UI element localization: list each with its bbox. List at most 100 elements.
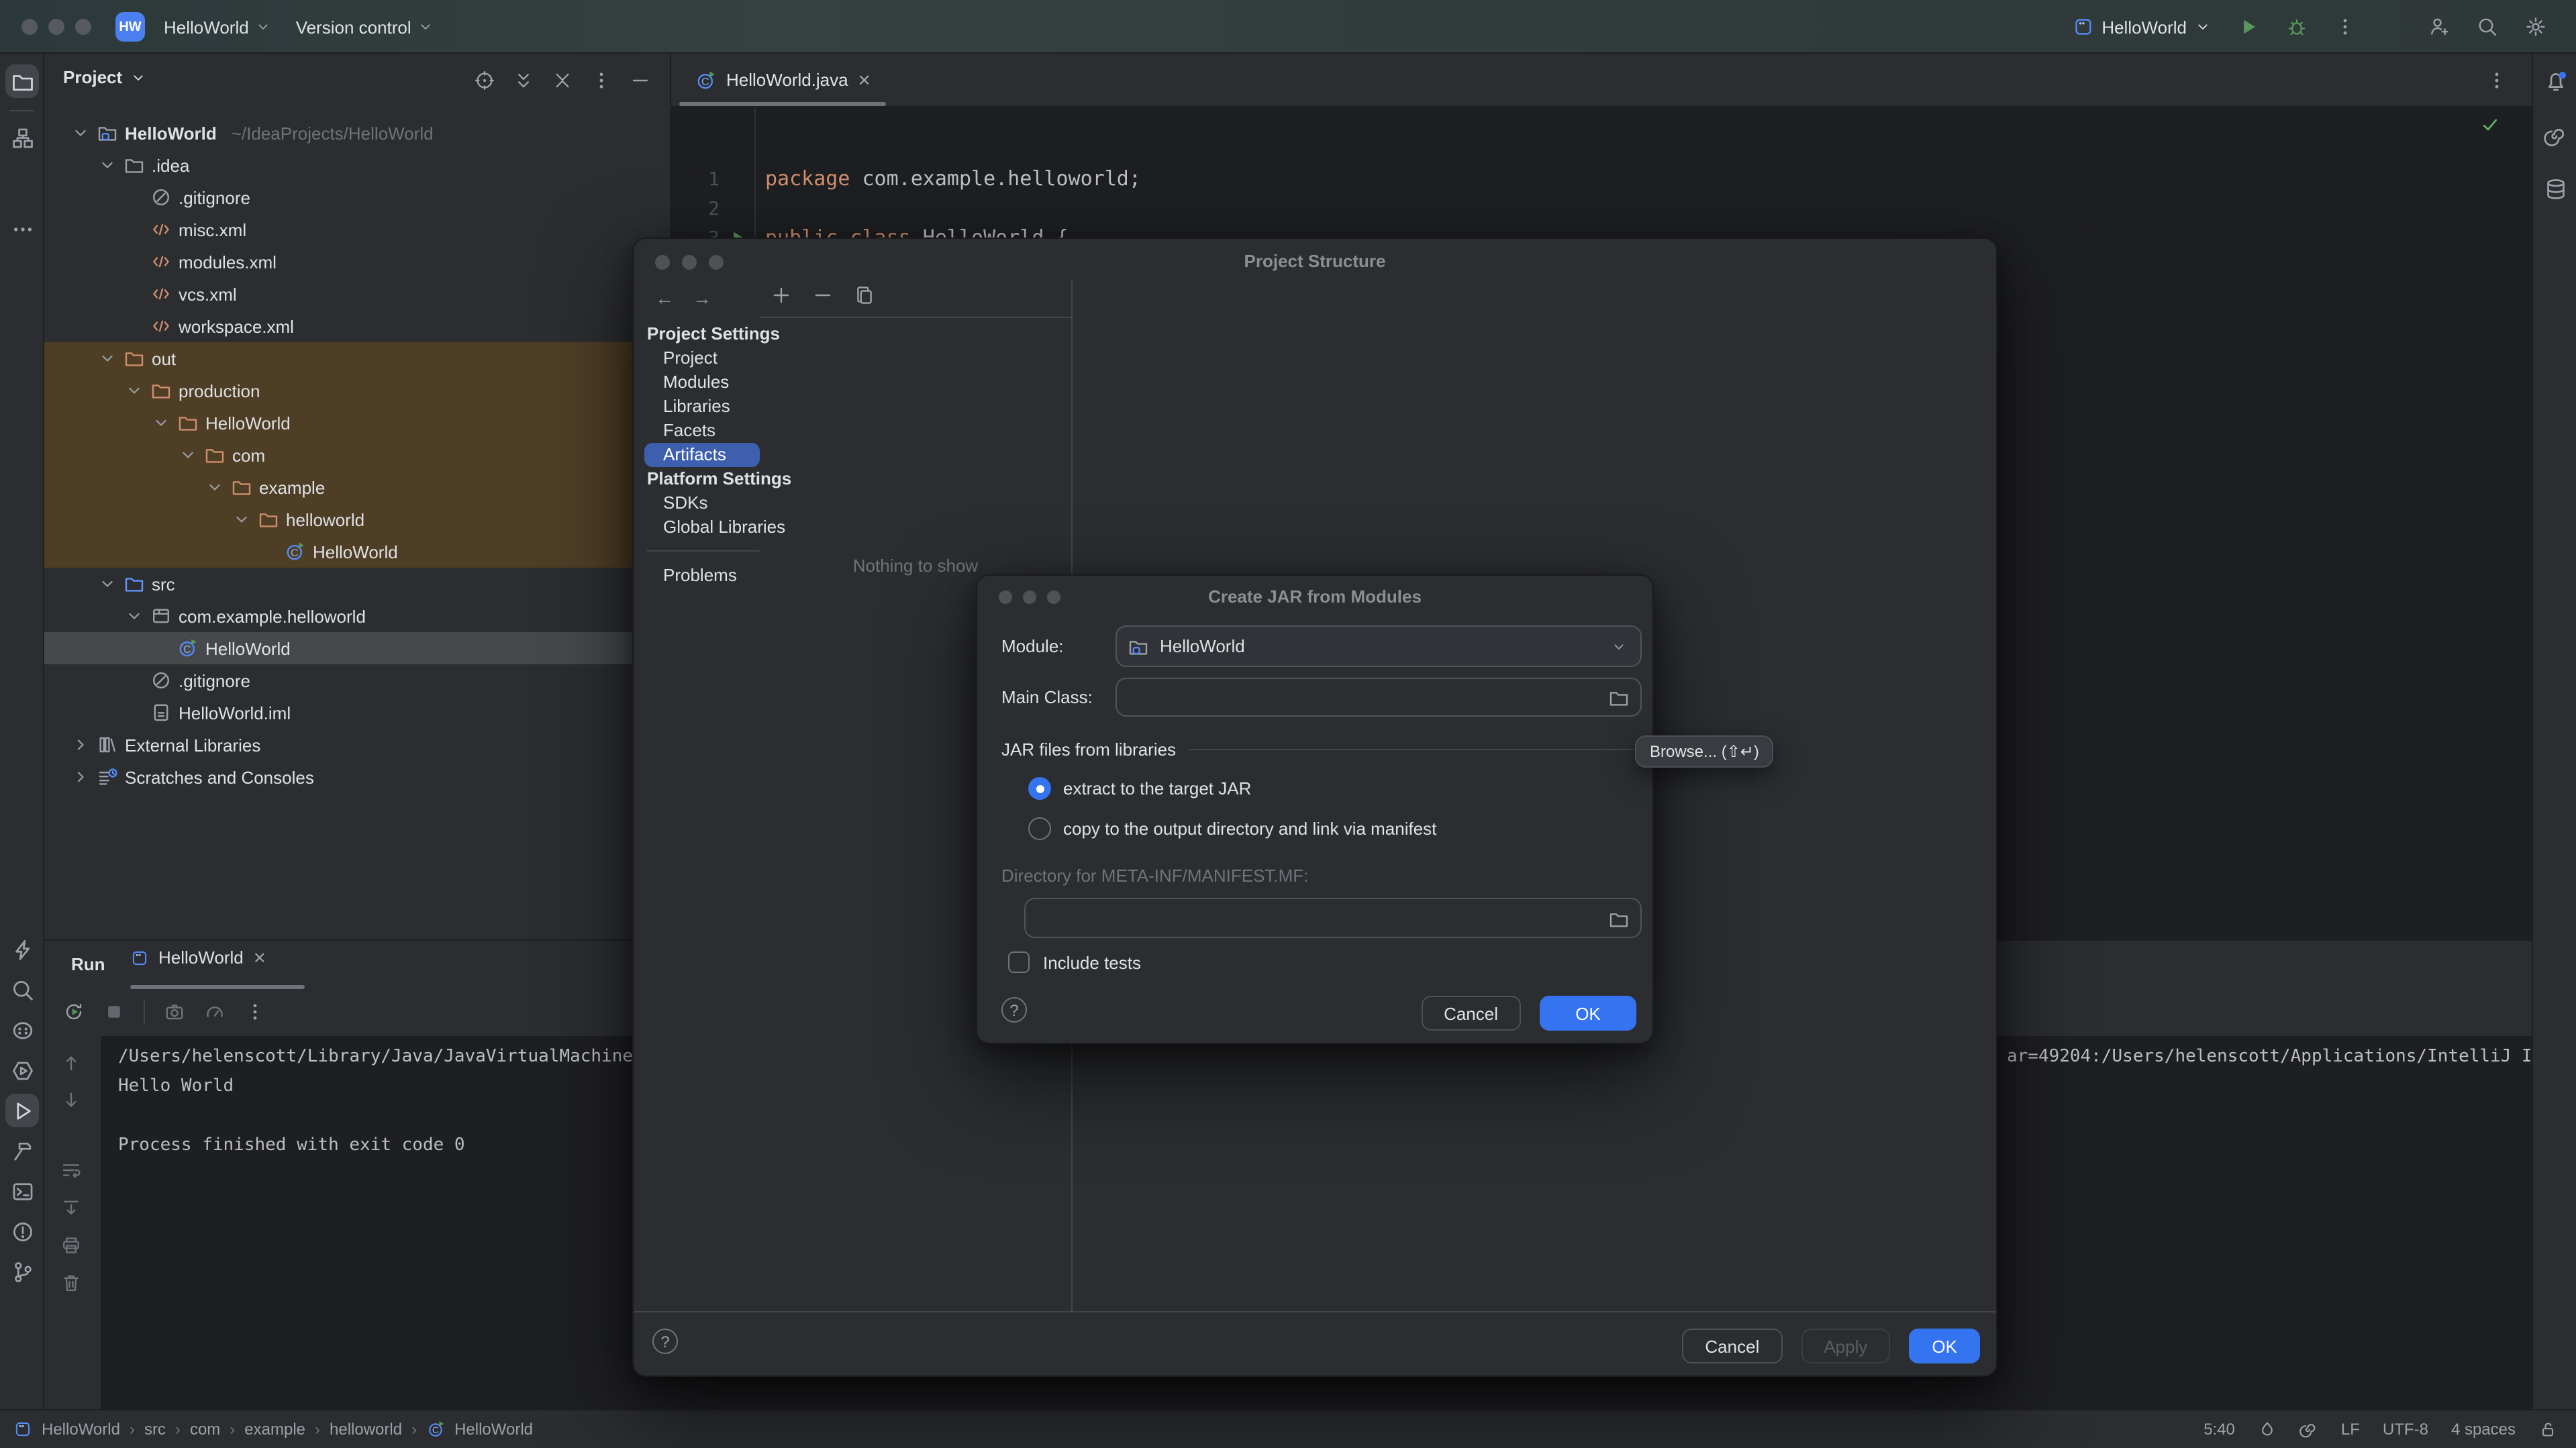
close-run-tab-icon[interactable]: ✕	[253, 948, 266, 967]
tree-item-external-libraries[interactable]: External Libraries	[44, 729, 671, 761]
settings-item-global-libraries[interactable]: Global Libraries	[644, 515, 846, 539]
debug-button[interactable]	[2286, 16, 2308, 38]
chevron-down-icon[interactable]	[125, 381, 144, 400]
code-with-me-icon[interactable]	[2428, 16, 2450, 38]
more-options-icon[interactable]	[244, 1001, 266, 1023]
editor-options-icon[interactable]	[2486, 70, 2508, 91]
search-everywhere-icon[interactable]	[2477, 16, 2498, 38]
include-tests-checkbox[interactable]	[1008, 951, 1030, 973]
close-tab-icon[interactable]: ✕	[858, 70, 871, 89]
ai-assistant-icon[interactable]	[2538, 118, 2572, 152]
rerun-icon[interactable]	[63, 1001, 85, 1023]
back-icon[interactable]: ←	[655, 287, 674, 309]
extract-radio[interactable]: extract to the target JAR	[1028, 777, 1251, 800]
problems-tool-button[interactable]	[5, 1214, 39, 1248]
settings-item-libraries[interactable]: Libraries	[644, 395, 846, 419]
module-combobox[interactable]: HelloWorld	[1116, 625, 1642, 667]
tree-item--gitignore[interactable]: .gitignore	[44, 664, 671, 696]
tree-item-vcs-xml[interactable]: vcs.xml	[44, 278, 671, 310]
run-tool-button[interactable]	[5, 1094, 39, 1127]
settings-item-modules[interactable]: Modules	[644, 370, 846, 395]
stop-icon[interactable]	[103, 1001, 125, 1023]
chevron-down-icon[interactable]	[71, 123, 90, 142]
zoom-window-button[interactable]	[75, 19, 91, 35]
print-icon[interactable]	[60, 1235, 82, 1256]
ide-run-tool-button[interactable]	[5, 1053, 39, 1087]
apply-button[interactable]: Apply	[1801, 1329, 1891, 1363]
down-stacktrace-icon[interactable]	[60, 1090, 82, 1111]
target-icon[interactable]	[474, 70, 495, 91]
tree-item-com[interactable]: com	[44, 439, 671, 471]
ai-status-icon[interactable]	[2299, 1420, 2318, 1439]
settings-item-sdks[interactable]: SDKs	[644, 491, 846, 515]
services-tool-button[interactable]	[5, 1013, 39, 1047]
minimize-icon[interactable]	[630, 70, 651, 91]
tree-item-example[interactable]: example	[44, 471, 671, 503]
copy-radio[interactable]: copy to the output directory and link vi…	[1028, 817, 1436, 840]
line-separator[interactable]: LF	[2341, 1420, 2360, 1439]
breadcrumb-item[interactable]: example	[244, 1420, 305, 1439]
scroll-to-end-icon[interactable]	[60, 1197, 82, 1219]
collapse-all-icon[interactable]	[552, 70, 573, 91]
git-branch-tool-button[interactable]	[5, 1255, 39, 1288]
ok-button[interactable]: OK	[1540, 996, 1636, 1031]
zap-tool-button[interactable]	[5, 933, 39, 966]
settings-gear-icon[interactable]	[2525, 16, 2546, 38]
tree-item-com-example-helloworld[interactable]: com.example.helloworld	[44, 600, 671, 632]
browse-folder-icon[interactable]	[1604, 904, 1634, 934]
copy-artifact-icon[interactable]	[854, 285, 875, 306]
more-actions-icon[interactable]	[2334, 16, 2356, 38]
tree-item-helloworld[interactable]: HelloWorld ~/IdeaProjects/HelloWorld	[44, 117, 671, 149]
project-panel-header[interactable]: Project	[63, 67, 146, 87]
breadcrumb-item[interactable]: HelloWorld	[42, 1420, 120, 1439]
run-configuration-widget[interactable]: HelloWorld	[2072, 16, 2211, 38]
breadcrumb-item[interactable]: com	[190, 1420, 220, 1439]
remove-artifact-icon[interactable]	[812, 285, 834, 306]
tree-item-helloworld[interactable]: helloworld	[44, 503, 671, 535]
lock-open-icon[interactable]	[2538, 1420, 2557, 1439]
manifest-dir-input[interactable]	[1024, 898, 1642, 938]
chevron-down-icon[interactable]	[232, 510, 251, 529]
breadcrumb-item[interactable]: helloworld	[330, 1420, 402, 1439]
soft-wrap-icon[interactable]	[60, 1159, 82, 1181]
tree-item-workspace-xml[interactable]: workspace.xml	[44, 310, 671, 342]
chevron-down-icon[interactable]	[98, 156, 117, 174]
radio-selected-icon[interactable]	[1028, 777, 1051, 800]
chevron-right-icon[interactable]	[71, 768, 90, 786]
browse-folder-icon[interactable]	[1604, 683, 1634, 713]
run-panel-title[interactable]: Run	[71, 954, 105, 974]
structure-tool-button[interactable]	[5, 121, 39, 154]
close-window-button[interactable]	[21, 19, 38, 35]
terminal-tool-button[interactable]	[5, 1174, 39, 1208]
database-icon[interactable]	[2538, 172, 2572, 205]
tree-item-misc-xml[interactable]: misc.xml	[44, 213, 671, 246]
ok-button[interactable]: OK	[1909, 1329, 1980, 1363]
tree-item--gitignore[interactable]: .gitignore	[44, 181, 671, 213]
vcs-widget[interactable]: Version control	[291, 13, 440, 41]
search-tool-button[interactable]	[5, 973, 39, 1006]
chevron-down-icon[interactable]	[152, 413, 170, 432]
build-tool-button[interactable]	[5, 1134, 39, 1168]
tree-item-scratches-and-consoles[interactable]: Scratches and Consoles	[44, 761, 671, 793]
include-tests-row[interactable]: Include tests	[1008, 951, 1141, 973]
breadcrumb-item[interactable]: src	[144, 1420, 166, 1439]
minimize-window-button[interactable]	[48, 19, 64, 35]
indent-style[interactable]: 4 spaces	[2451, 1420, 2516, 1439]
profiler-icon[interactable]	[204, 1001, 226, 1023]
clear-all-icon[interactable]	[60, 1272, 82, 1294]
editor-tab[interactable]: C HelloWorld.java ✕	[679, 54, 887, 106]
up-stacktrace-icon[interactable]	[60, 1052, 82, 1074]
chevron-down-icon[interactable]	[98, 574, 117, 593]
tree-item-src[interactable]: src	[44, 568, 671, 600]
tree-item-helloworld[interactable]: HelloWorld	[44, 407, 671, 439]
screenshot-icon[interactable]	[164, 1001, 185, 1023]
run-tab[interactable]: HelloWorld ✕	[130, 947, 266, 968]
more-tool-windows-button[interactable]	[5, 212, 39, 246]
kebab-icon[interactable]	[591, 70, 612, 91]
tree-item-out[interactable]: out	[44, 342, 671, 374]
add-artifact-icon[interactable]	[771, 285, 792, 306]
help-button[interactable]: ?	[1001, 997, 1027, 1023]
chevron-down-icon[interactable]	[205, 478, 224, 497]
forward-icon[interactable]: →	[693, 287, 711, 309]
chevron-down-icon[interactable]	[98, 349, 117, 368]
